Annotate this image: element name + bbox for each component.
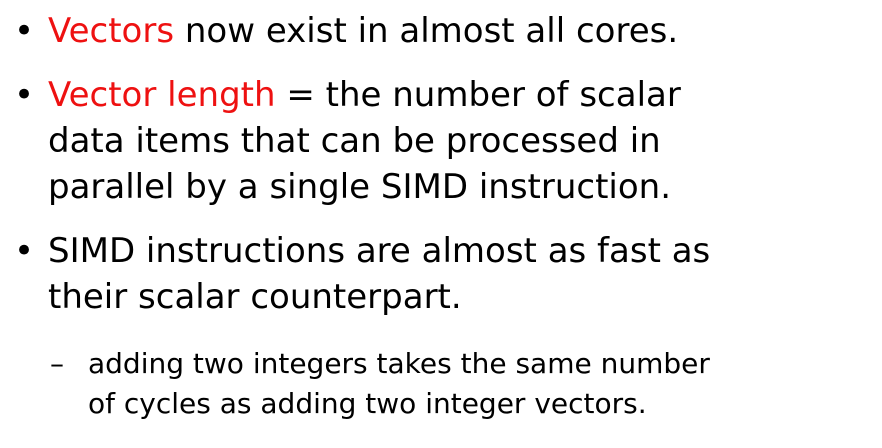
bullet-line: SIMD instructions are almost as fast as — [48, 231, 711, 271]
slide: • Vectors now exist in almost all cores.… — [0, 0, 882, 448]
bullet-text: Vectors now exist in almost all cores. — [48, 8, 878, 54]
highlight-term: Vector length — [48, 75, 276, 115]
subbullet-line: adding two integers takes the same numbe… — [88, 347, 710, 380]
bullet-line: their scalar counterpart. — [48, 277, 462, 317]
subbullet-line: of cycles as adding two integer vectors. — [88, 387, 647, 420]
bullet-marker: • — [14, 231, 35, 271]
bullet-marker: • — [14, 11, 35, 51]
bullet-marker: • — [14, 75, 35, 115]
bullet-line: = the number of scalar — [275, 75, 681, 115]
bullet-line: data items that can be processed in — [48, 121, 661, 161]
bullet-line: now exist in almost all cores. — [174, 11, 679, 51]
bullet-line: parallel by a single SIMD instruction. — [48, 167, 672, 207]
bullet-text: Vector length = the number of scalar dat… — [48, 72, 878, 210]
bullet-text: SIMD instructions are almost as fast as … — [48, 228, 878, 320]
subbullet-text: adding two integers takes the same numbe… — [88, 344, 878, 424]
subbullet-marker: – — [50, 347, 64, 380]
highlight-term: Vectors — [48, 11, 175, 51]
